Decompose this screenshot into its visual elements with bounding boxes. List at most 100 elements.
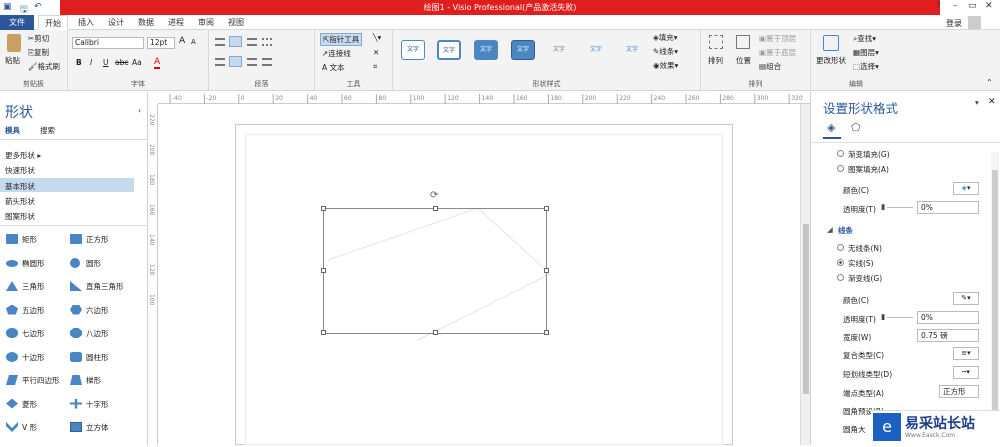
tab-search[interactable]: 搜索 xyxy=(40,125,55,136)
select-button[interactable]: ⬚选择▾ xyxy=(853,61,879,72)
resize-handle[interactable] xyxy=(321,330,326,335)
shape-stencil-item[interactable]: 六边形 xyxy=(64,303,134,318)
align-bottom-icon[interactable] xyxy=(247,38,257,46)
style-swatch[interactable]: 文字 xyxy=(401,40,425,60)
collapse-section-icon[interactable]: ◢ xyxy=(827,225,833,234)
bring-to-front-button[interactable]: ▣置于顶层 xyxy=(759,33,796,44)
style-swatch[interactable]: 文字 xyxy=(620,40,644,60)
tab-view[interactable]: 视图 xyxy=(224,15,248,30)
send-to-back-button[interactable]: ▣置于底层 xyxy=(759,47,796,58)
crop-icon[interactable]: ⌗ xyxy=(373,62,377,72)
avatar[interactable] xyxy=(968,16,981,29)
transparency-slider-track[interactable] xyxy=(887,317,913,318)
change-case-button[interactable]: Aa xyxy=(132,58,142,67)
restore-button[interactable]: ▭ xyxy=(968,1,977,11)
align-top-icon[interactable] xyxy=(215,38,225,46)
tab-home[interactable]: 开始 xyxy=(38,15,68,30)
shape-stencil-item[interactable]: 直角三角形 xyxy=(64,279,134,294)
shape-stencil-item[interactable]: 圆柱形 xyxy=(64,350,134,365)
shape-stencil-item[interactable]: 圆形 xyxy=(64,256,134,271)
shape-stencil-item[interactable]: 正方形 xyxy=(64,232,134,247)
shape-stencil-item[interactable]: V 形 xyxy=(0,420,70,435)
scrollbar-thumb[interactable] xyxy=(803,224,809,394)
resize-handle[interactable] xyxy=(321,268,326,273)
underline-button[interactable]: U xyxy=(103,58,109,67)
resize-handle[interactable] xyxy=(321,206,326,211)
pane-scrollbar-thumb[interactable] xyxy=(992,170,998,445)
resize-handle[interactable] xyxy=(544,268,549,273)
shape-stencil-item[interactable]: 三角形 xyxy=(0,279,70,294)
shape-stencil-item[interactable]: 五边形 xyxy=(0,303,70,318)
connection-point-icon[interactable]: ✕ xyxy=(373,48,379,57)
layers-button[interactable]: ▦图层▾ xyxy=(853,47,879,58)
solid-line-radio[interactable] xyxy=(837,259,844,266)
bullets-icon[interactable] xyxy=(262,38,272,46)
shape-stencil-item[interactable]: 八边形 xyxy=(64,326,134,341)
paste-icon[interactable] xyxy=(7,34,21,52)
copy-button[interactable]: ⎘复制 xyxy=(28,47,49,58)
collapse-ribbon-icon[interactable]: ⌃ xyxy=(986,78,993,87)
font-size-select[interactable]: 12pt xyxy=(147,37,175,49)
style-swatch[interactable]: 文字 xyxy=(584,40,608,60)
tab-review[interactable]: 审阅 xyxy=(194,15,218,30)
tab-stencil[interactable]: 模具 xyxy=(5,125,20,136)
font-color-button[interactable]: A xyxy=(154,57,161,69)
collapse-pane-icon[interactable]: ‹ xyxy=(138,106,141,115)
italic-button[interactable]: I xyxy=(90,58,92,67)
align-middle-icon[interactable] xyxy=(229,36,242,47)
align-center-icon[interactable] xyxy=(229,56,242,67)
arrange-button[interactable]: 排列 xyxy=(708,55,723,66)
compound-type-button[interactable]: ≡▾ xyxy=(953,347,979,360)
pane-scrollbar[interactable] xyxy=(991,152,999,445)
gradient-line-radio[interactable] xyxy=(837,274,844,281)
pointer-tool-button[interactable]: ⇱指针工具 xyxy=(320,33,363,46)
resize-handle[interactable] xyxy=(544,330,549,335)
strikethrough-button[interactable]: abc xyxy=(115,58,128,67)
align-right-icon[interactable] xyxy=(247,58,257,66)
minimize-button[interactable]: – xyxy=(953,1,958,11)
fill-button[interactable]: ◈填充▾ xyxy=(653,32,678,43)
close-pane-icon[interactable]: ✕ xyxy=(988,97,996,107)
font-family-select[interactable]: Calibri xyxy=(72,37,144,49)
style-swatch[interactable]: 文字 xyxy=(547,40,571,60)
shape-stencil-item[interactable]: 菱形 xyxy=(0,397,70,412)
width-input[interactable]: 0.75 磅 xyxy=(917,329,979,342)
rotate-handle-icon[interactable]: ⟳ xyxy=(430,190,438,201)
drawing-canvas[interactable]: -40 -20 0 20 40 60 80 100 120 140 160 180 200 220 240 2… xyxy=(148,92,810,445)
shape-stencil-item[interactable]: 十边形 xyxy=(0,350,70,365)
arrow-shapes-item[interactable]: 箭头形状 xyxy=(5,196,35,207)
transparency-slider-icon[interactable]: ▮ xyxy=(881,202,885,211)
fill-color-button[interactable]: ◈▾ xyxy=(953,182,979,195)
tab-insert[interactable]: 插入 xyxy=(74,15,98,30)
basic-shapes-item[interactable]: 基本形状 xyxy=(5,181,35,192)
align-left-icon[interactable] xyxy=(215,58,225,66)
justify-icon[interactable] xyxy=(262,58,272,66)
shrink-font-button[interactable]: A xyxy=(191,38,196,46)
no-line-radio[interactable] xyxy=(837,244,844,251)
shape-stencil-item[interactable]: 平行四边形 xyxy=(0,373,70,388)
style-swatch[interactable]: 文字 xyxy=(437,40,461,60)
resize-handle[interactable] xyxy=(544,206,549,211)
position-icon[interactable] xyxy=(736,35,750,49)
format-painter-button[interactable]: 🖌格式刷 xyxy=(28,61,60,72)
more-shapes-item[interactable]: 更多形状 ▸ xyxy=(5,150,41,161)
transparency-slider-icon[interactable]: ▮ xyxy=(881,312,885,321)
connector-tool-button[interactable]: ↗连接线 xyxy=(322,48,351,59)
login-link[interactable]: 登录 xyxy=(946,18,962,29)
line-button[interactable]: ✎线条▾ xyxy=(653,46,678,57)
shape-stencil-item[interactable]: 矩形 xyxy=(0,232,70,247)
line-color-button[interactable]: ✎▾ xyxy=(953,292,979,305)
shape-stencil-item[interactable]: 椭圆形 xyxy=(0,256,70,271)
shape-stencil-item[interactable]: 七边形 xyxy=(0,326,70,341)
tab-file[interactable]: 文件 xyxy=(0,15,34,30)
arrange-icon[interactable] xyxy=(709,35,723,49)
quick-shapes-item[interactable]: 快速形状 xyxy=(5,165,35,176)
change-shape-button[interactable]: 更改形状 xyxy=(816,55,846,66)
effects-button[interactable]: ◉效果▾ xyxy=(653,60,678,71)
close-button[interactable]: ✕ xyxy=(985,1,993,11)
text-tool-button[interactable]: A 文本 xyxy=(322,62,345,73)
fill-line-tab-icon[interactable]: ◈ xyxy=(827,121,835,134)
group-button[interactable]: ▤组合 xyxy=(759,61,781,72)
pattern-shapes-item[interactable]: 图案形状 xyxy=(5,211,35,222)
vertical-scrollbar[interactable] xyxy=(800,104,810,445)
